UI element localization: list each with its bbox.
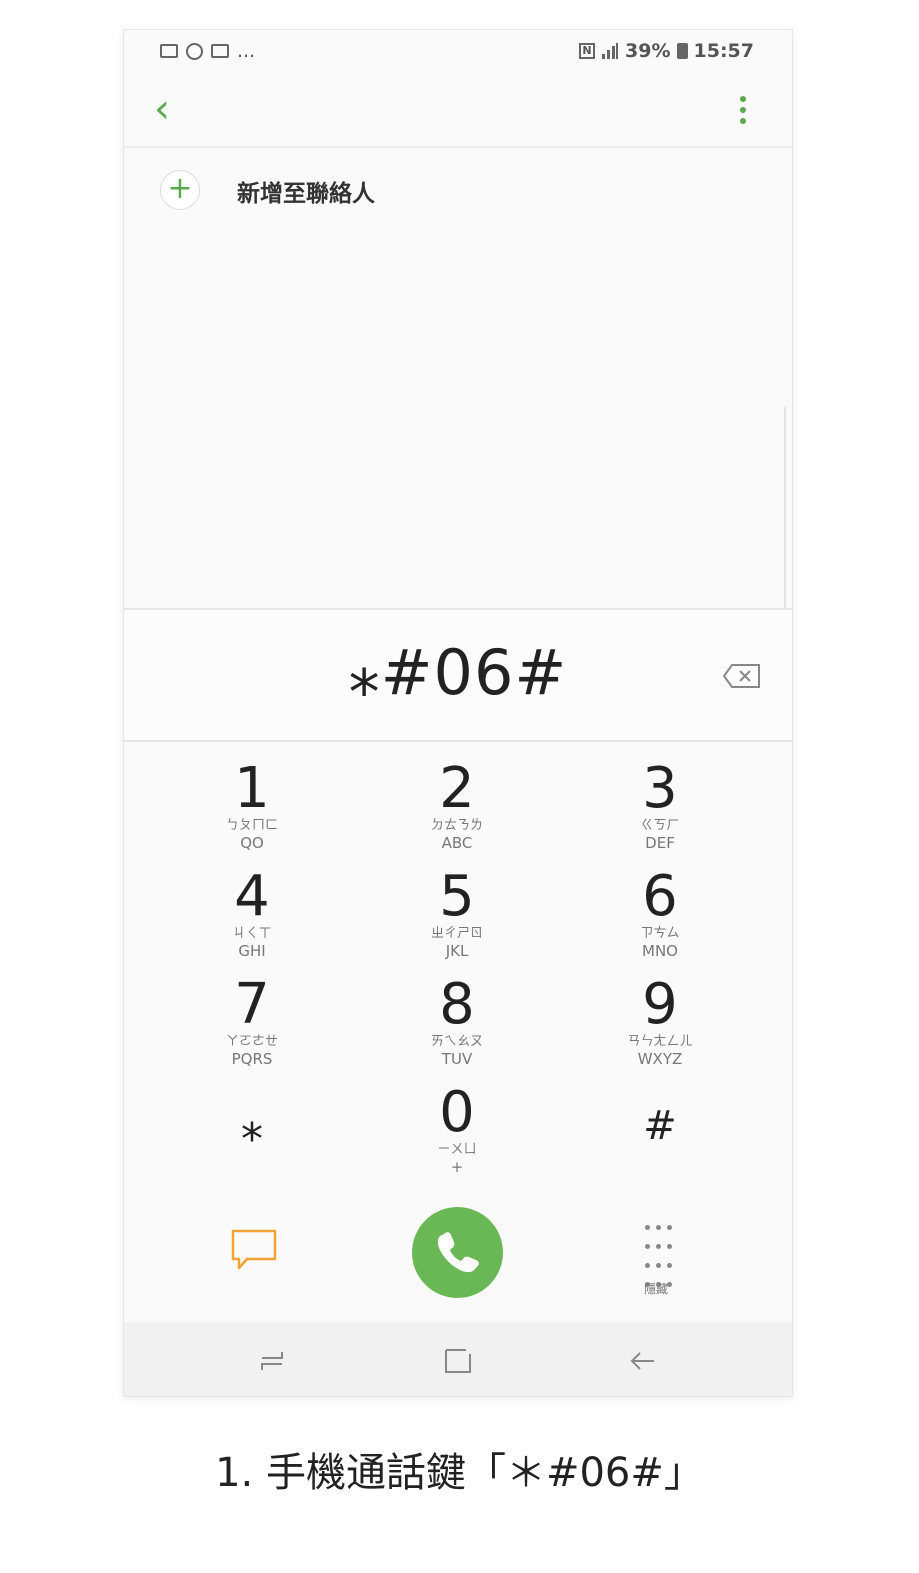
phone-icon [437,1232,479,1273]
key-4[interactable]: 4 ㄐㄑㄒ GHI [152,868,352,961]
battery-icon [676,43,688,59]
number-display: ⁎#06# [124,608,792,742]
status-more: ... [237,40,256,62]
home-icon[interactable] [442,1346,474,1376]
sync-icon [186,42,203,60]
key-5[interactable]: 5 ㄓㄔㄕㄖ JKL [357,868,557,961]
clock: 15:57 [693,40,754,62]
nav-back-icon[interactable] [628,1346,658,1376]
system-nav-bar [124,1322,792,1396]
message-icon[interactable] [230,1228,278,1272]
phone-screen: ... N 39% 15:57 ‹ + 新增至聯絡人 ⁎#06# 1 ㄅㄆㄇㄈ … [124,30,792,1396]
top-app-bar: ‹ [124,74,792,148]
key-2[interactable]: 2 ㄉㄊㄋㄌ ABC [357,760,557,853]
key-7[interactable]: 7 ㄚㄛㄜㄝ PQRS [152,976,352,1069]
recents-icon[interactable] [257,1346,287,1376]
back-arrow-icon[interactable]: ‹ [154,84,170,134]
battery-percent: 39% [625,40,671,62]
key-star[interactable]: ⁎ [152,1104,352,1148]
key-8[interactable]: 8 ㄞㄟㄠㄡ TUV [357,976,557,1069]
hide-keypad-label: 隱藏 [644,1282,669,1296]
key-hash[interactable]: # [560,1104,760,1148]
signal-icon [602,43,619,59]
dialed-number[interactable]: ⁎#06# [124,636,792,709]
key-1[interactable]: 1 ㄅㄆㄇㄈ QO [152,760,352,853]
mail-icon [211,44,229,58]
add-contact-label: 新增至聯絡人 [237,181,375,207]
caption: 1. 手機通話鍵「＊#06#」 [215,1450,704,1496]
call-button[interactable] [412,1207,503,1298]
key-0[interactable]: 0 ㄧㄨㄩ + [357,1084,557,1177]
backspace-icon[interactable] [722,663,762,689]
gallery-icon [160,44,178,58]
key-3[interactable]: 3 ㄍㄎㄏ DEF [560,760,760,853]
more-vert-icon[interactable] [740,96,746,129]
key-9[interactable]: 9 ㄢㄣㄤㄥㄦ WXYZ [560,976,760,1069]
plus-icon: + [160,170,200,210]
status-bar: ... N 39% 15:57 [124,30,792,74]
action-row: 隱藏 [124,1200,792,1310]
nfc-icon: N [579,43,596,59]
add-to-contacts-row[interactable]: + 新增至聯絡人 [124,148,792,228]
key-6[interactable]: 6 ㄗㄘㄙ MNO [560,868,760,961]
